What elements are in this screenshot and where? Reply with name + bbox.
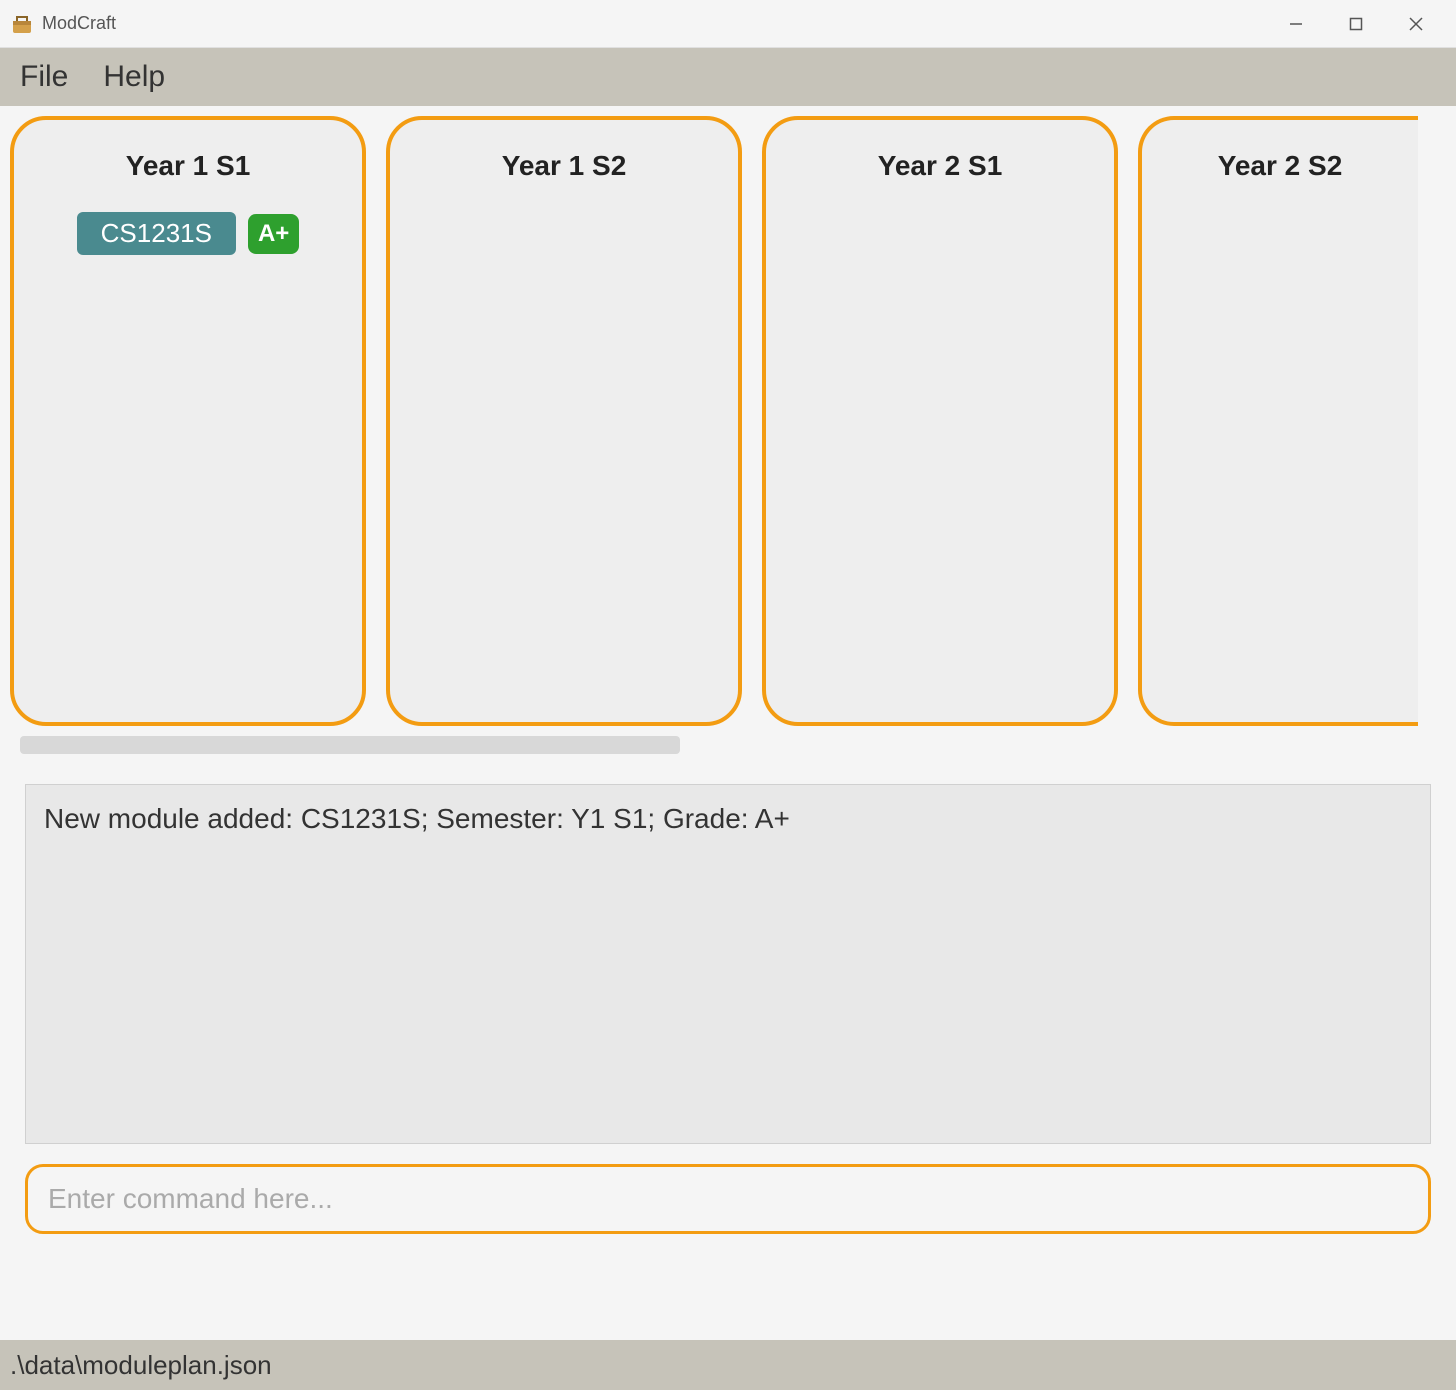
close-button[interactable] [1386,4,1446,44]
minimize-button[interactable] [1266,4,1326,44]
output-message-area: New module added: CS1231S; Semester: Y1 … [25,784,1431,1144]
semester-title: Year 2 S2 [1218,150,1343,182]
scrollbar-thumb[interactable] [20,736,680,754]
main-content: Year 1 S1 CS1231S A+ Year 1 S2 Year 2 S1… [0,106,1456,1340]
titlebar: ModCraft [0,0,1456,48]
semester-row: Year 1 S1 CS1231S A+ Year 1 S2 Year 2 S1… [10,116,1446,726]
command-input-wrap [25,1164,1431,1234]
semester-title: Year 2 S1 [878,150,1003,182]
window-title: ModCraft [42,13,1266,34]
window-controls [1266,4,1446,44]
menu-file[interactable]: File [20,60,68,94]
app-icon [10,12,34,36]
module-row: CS1231S A+ [77,212,300,255]
menubar: File Help [0,48,1456,106]
semester-card-y2s2: Year 2 S2 [1138,116,1418,726]
menu-help[interactable]: Help [103,60,165,94]
maximize-button[interactable] [1326,4,1386,44]
module-grade-badge: A+ [248,214,299,254]
horizontal-scrollbar[interactable] [20,736,1436,754]
statusbar: .\data\moduleplan.json [0,1340,1456,1390]
semester-title: Year 1 S2 [502,150,627,182]
output-message: New module added: CS1231S; Semester: Y1 … [44,803,790,834]
semester-card-y1s1: Year 1 S1 CS1231S A+ [10,116,366,726]
semester-title: Year 1 S1 [126,150,251,182]
module-code-badge[interactable]: CS1231S [77,212,236,255]
command-input[interactable] [25,1164,1431,1234]
semester-card-y1s2: Year 1 S2 [386,116,742,726]
statusbar-path: .\data\moduleplan.json [10,1350,272,1381]
semester-card-y2s1: Year 2 S1 [762,116,1118,726]
semester-scroll-area: Year 1 S1 CS1231S A+ Year 1 S2 Year 2 S1… [0,106,1456,726]
